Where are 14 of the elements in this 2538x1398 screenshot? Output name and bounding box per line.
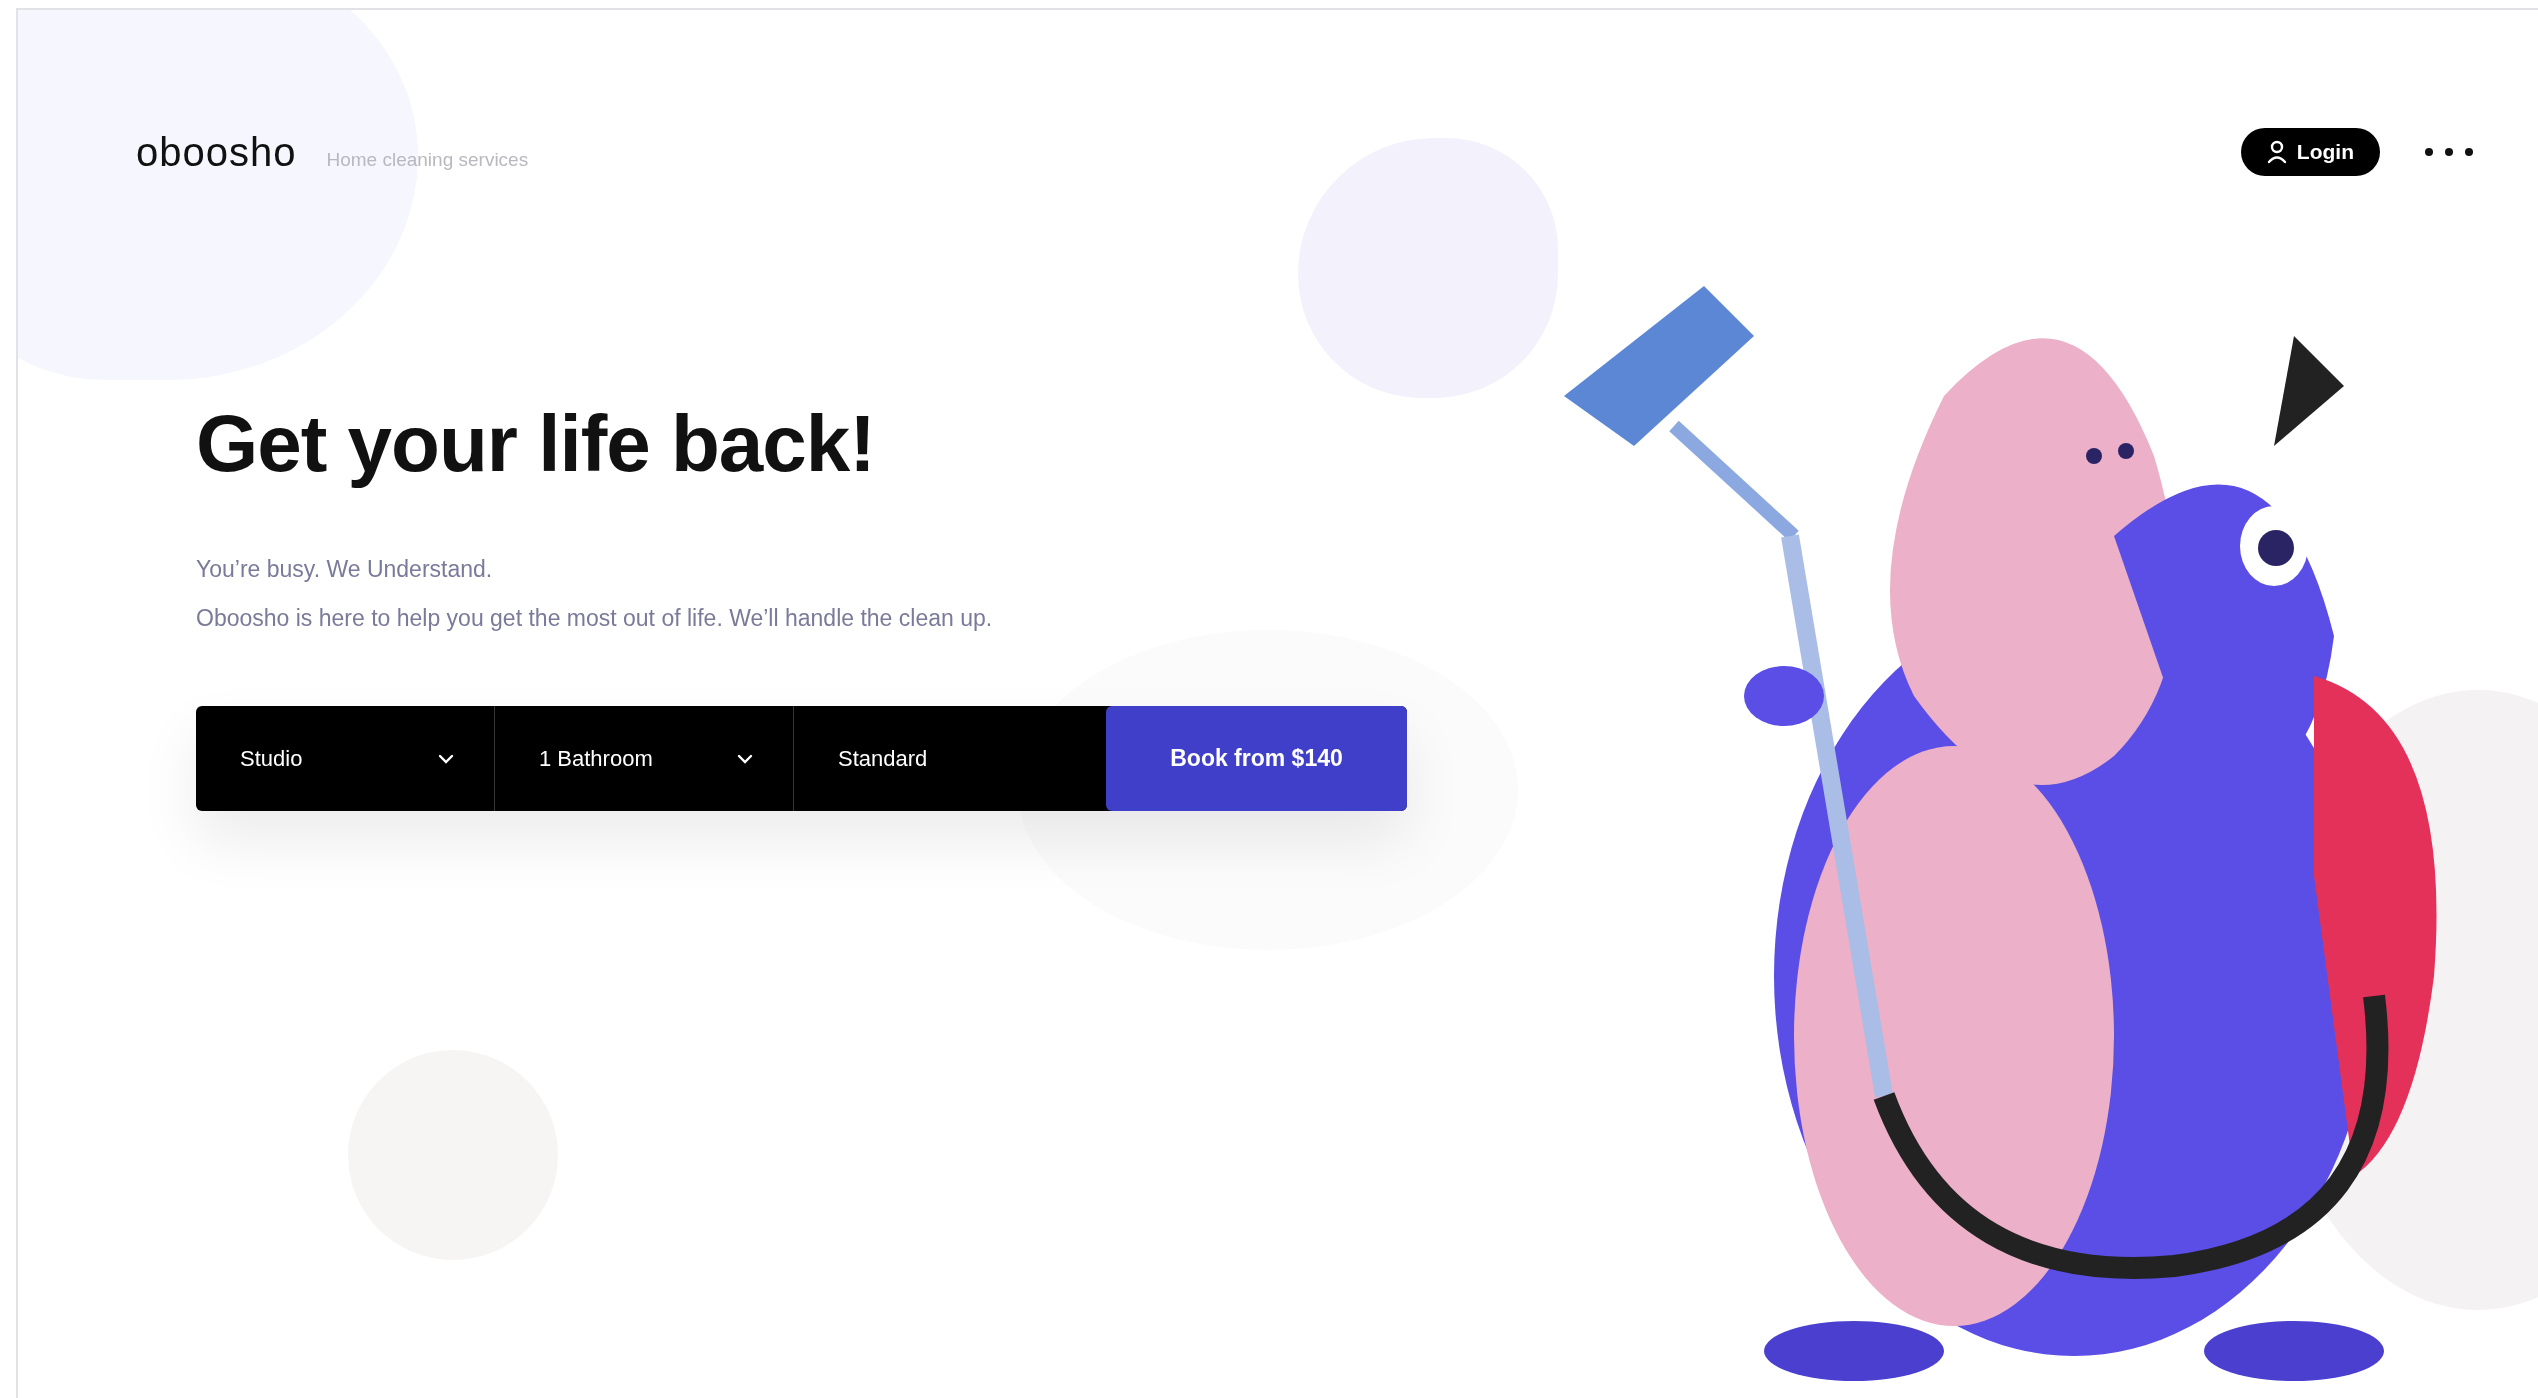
chevron-down-icon (737, 753, 753, 764)
login-button[interactable]: Login (2240, 128, 2380, 176)
dropdown[interactable]: Studio (196, 706, 495, 811)
more-icon[interactable] (2424, 147, 2474, 157)
hero-title: Get your life back! (196, 398, 876, 490)
hero-text: You’re busy. We Understand. (196, 556, 494, 583)
hero-text: Oboosho is here to help you get the most out of life. We’ll handle the clean up. (196, 605, 994, 632)
book-button[interactable]: Book from $140 (1106, 706, 1407, 811)
user-icon (2266, 140, 2287, 164)
input-field[interactable]: Standard (794, 706, 1106, 811)
chevron-down-icon (438, 753, 454, 764)
logo[interactable]: oboosho (136, 129, 297, 175)
dropdown[interactable]: 1 Bathroom (495, 706, 794, 811)
tagline: Home cleaning services (326, 148, 529, 171)
